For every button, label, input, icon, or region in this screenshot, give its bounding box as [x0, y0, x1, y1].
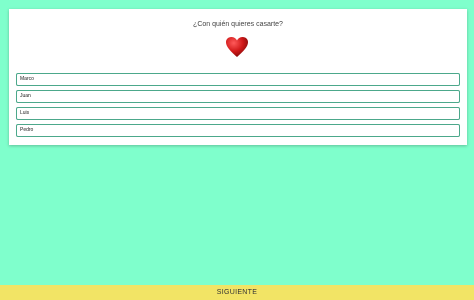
heart-icon [225, 36, 249, 58]
option-pedro[interactable]: Pedro [16, 124, 460, 137]
option-luis[interactable]: Luis [16, 107, 460, 120]
option-marco[interactable]: Marco [16, 73, 460, 86]
option-juan[interactable]: Juan [16, 90, 460, 103]
question-card: ¿Con quién quieres casarte? Marco Juan L… [9, 9, 467, 145]
question-text: ¿Con quién quieres casarte? [193, 21, 283, 28]
next-button[interactable]: SIGUIENTE [0, 285, 474, 300]
options-list: Marco Juan Luis Pedro [16, 73, 460, 141]
